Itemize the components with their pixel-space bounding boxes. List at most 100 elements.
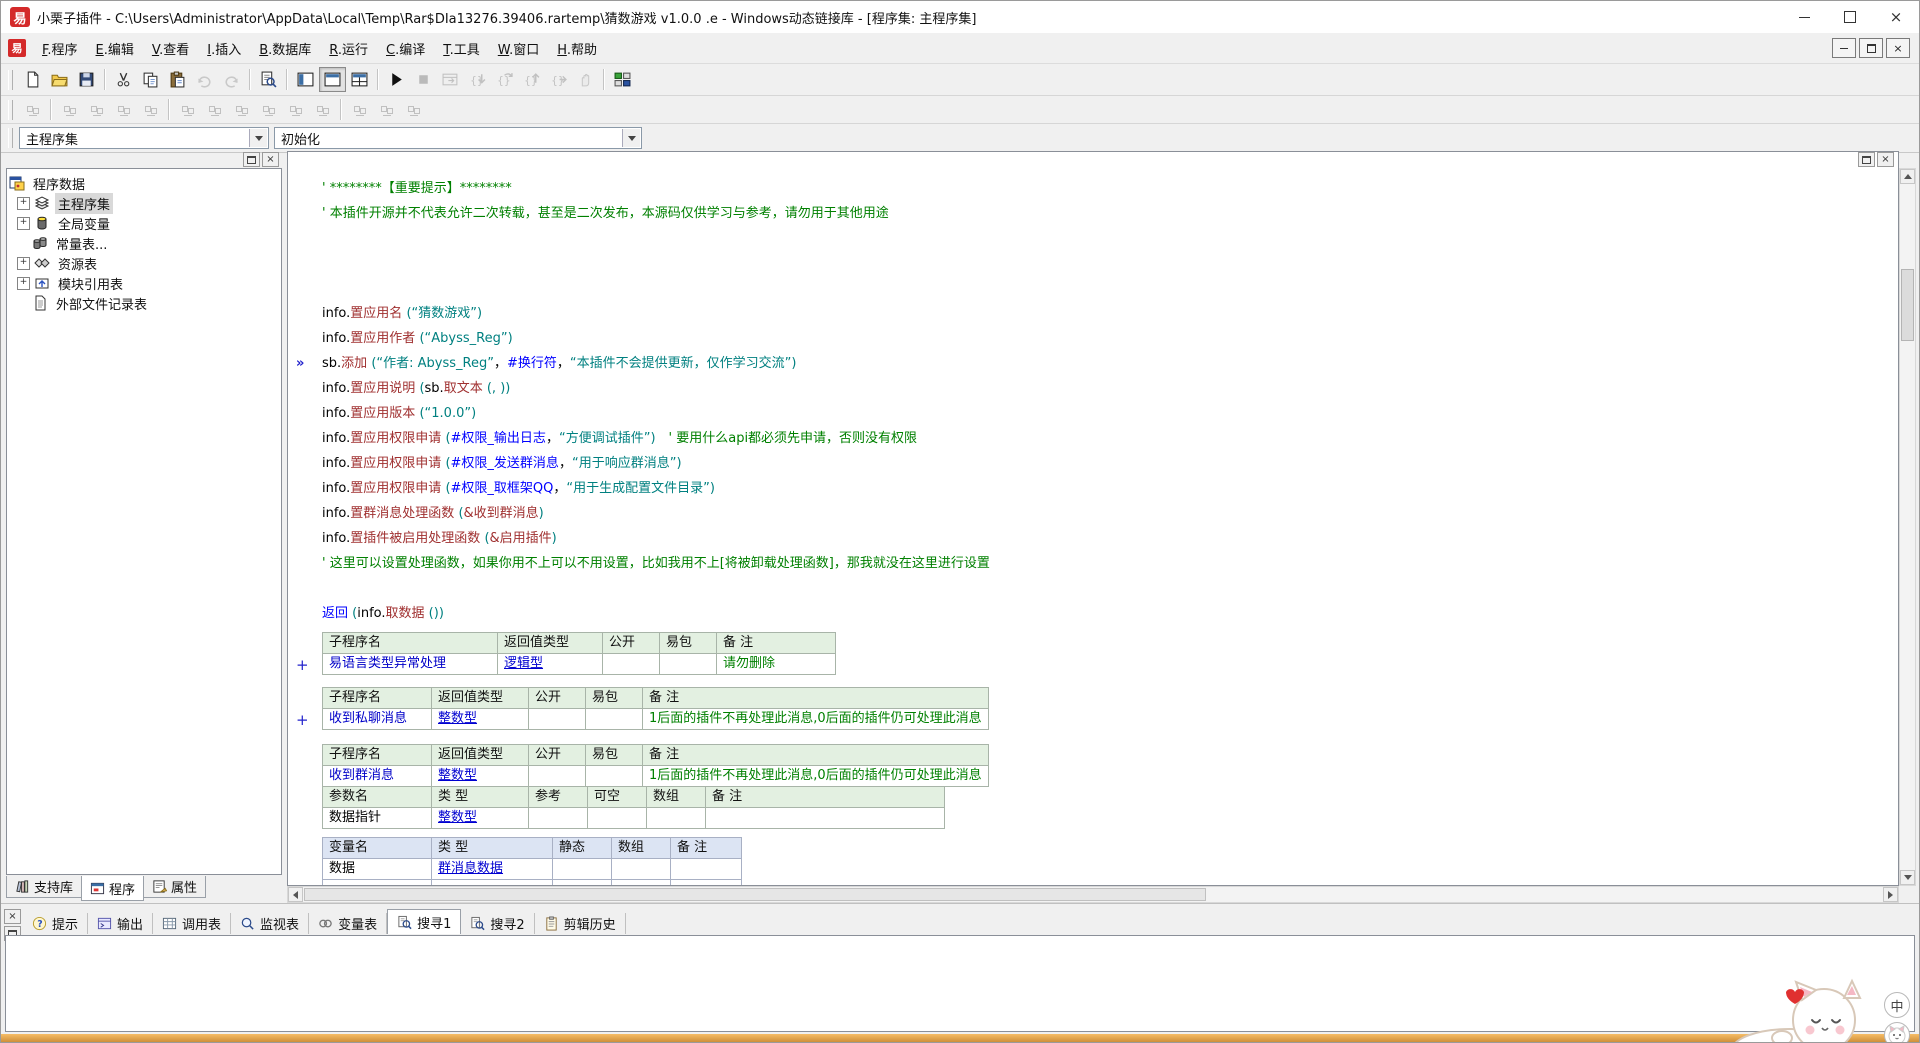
code-line[interactable] <box>288 226 1898 251</box>
pane-close-button[interactable]: × <box>262 152 279 167</box>
table-cell[interactable]: 收到私聊消息 <box>323 709 432 730</box>
scroll-up-button[interactable] <box>1900 169 1915 184</box>
support-library-button[interactable] <box>609 67 636 92</box>
new-button[interactable] <box>19 67 46 92</box>
cat-face-badge[interactable] <box>1884 1022 1910 1043</box>
expand-plus-icon[interactable]: + <box>296 711 309 729</box>
tab-搜寻2[interactable]: 搜寻2 <box>461 913 534 934</box>
tree-item-模块引用表[interactable]: +模块引用表 <box>15 273 279 293</box>
split-grid-button[interactable] <box>346 67 373 92</box>
scroll-right-button[interactable] <box>1883 887 1898 902</box>
split-left-button[interactable] <box>292 67 319 92</box>
close-button[interactable]: × <box>1873 1 1919 33</box>
menu-W[interactable]: W.窗口 <box>489 35 549 62</box>
dock-close-button[interactable]: × <box>4 909 21 924</box>
menu-E[interactable]: E.编辑 <box>87 35 143 62</box>
menu-H[interactable]: H.帮助 <box>548 35 606 62</box>
vertical-scroll-thumb[interactable] <box>1901 269 1914 341</box>
tree-item-root[interactable]: 程序数据 <box>9 173 279 193</box>
table-cell[interactable]: 整数型 <box>432 709 529 730</box>
code-line[interactable]: info.置应用版本 (“1.0.0”) <box>288 401 1898 426</box>
expand-plus-icon[interactable]: + <box>17 257 30 270</box>
table-cell[interactable]: 1后面的插件不再处理此消息,0后面的插件仍可处理此消息 <box>643 709 989 730</box>
code-line[interactable] <box>288 251 1898 276</box>
table-cell[interactable]: 收到群消息 <box>323 766 432 787</box>
save-button[interactable] <box>73 67 100 92</box>
table-cell[interactable] <box>553 859 612 880</box>
open-button[interactable] <box>46 67 73 92</box>
tab-支持库[interactable]: 支持库 <box>6 876 82 898</box>
assembly-dropdown-button[interactable] <box>249 129 267 147</box>
code-line[interactable]: info.置群消息处理函数 (&收到群消息) <box>288 501 1898 526</box>
code-line[interactable]: ' 本插件开源并不代表允许二次转载，甚至是二次发布，本源码仅供学习与参考，请勿用… <box>288 201 1898 226</box>
expand-plus-icon[interactable]: + <box>17 197 30 210</box>
menu-T[interactable]: T.工具 <box>434 35 489 62</box>
code-line[interactable] <box>288 276 1898 301</box>
method-dropdown-button[interactable] <box>622 129 640 147</box>
tab-调用表[interactable]: 调用表 <box>153 913 231 934</box>
table-cell[interactable]: 易语言类型异常处理 <box>323 654 498 675</box>
editor-close-button[interactable]: × <box>1877 152 1894 167</box>
expand-plus-icon[interactable]: + <box>17 277 30 290</box>
find-button[interactable] <box>255 67 282 92</box>
table-cell[interactable] <box>586 766 643 787</box>
code-line[interactable]: info.置应用说明 (sb.取文本 (, )) <box>288 376 1898 401</box>
code-line[interactable]: ' ********【重要提示】******** <box>288 176 1898 201</box>
table-cell[interactable]: 整数型 <box>432 766 529 787</box>
table-cell[interactable]: 逻辑型 <box>498 654 603 675</box>
table-cell[interactable] <box>529 709 586 730</box>
method-select[interactable]: 初始化 <box>274 127 642 149</box>
table-cell[interactable] <box>603 654 660 675</box>
cut-button[interactable] <box>110 67 137 92</box>
mdi-close-button[interactable]: × <box>1886 38 1910 58</box>
menu-F[interactable]: F.程序 <box>33 35 87 62</box>
vertical-scrollbar[interactable] <box>1899 168 1916 886</box>
paste-button[interactable] <box>164 67 191 92</box>
table-cell[interactable] <box>706 808 945 829</box>
table-cell[interactable] <box>660 654 717 675</box>
tab-搜寻1[interactable]: 搜寻1 <box>387 909 461 934</box>
expand-plus-icon[interactable]: + <box>296 656 309 674</box>
menu-C[interactable]: C.编译 <box>377 35 434 62</box>
run-button[interactable] <box>383 67 410 92</box>
table-cell[interactable]: 数据指针 <box>323 808 432 829</box>
tree-item-全局变量[interactable]: +全局变量 <box>15 213 279 233</box>
code-line[interactable]: info.置应用作者 (“Abyss_Reg”) <box>288 326 1898 351</box>
scroll-down-button[interactable] <box>1900 870 1915 885</box>
table-cell[interactable]: 1后面的插件不再处理此消息,0后面的插件仍可处理此消息 <box>643 766 989 787</box>
code-line[interactable]: info.置应用名 (“猜数游戏”) <box>288 301 1898 326</box>
code-line[interactable]: info.置应用权限申请 (#权限_发送群消息，“用于响应群消息”) <box>288 451 1898 476</box>
mdi-minimize-button[interactable] <box>1832 38 1856 58</box>
menu-V[interactable]: V.查看 <box>143 35 198 62</box>
editor-dock-button[interactable] <box>1858 152 1875 167</box>
menu-I[interactable]: I.插入 <box>198 35 250 62</box>
pane-dock-button[interactable] <box>243 152 260 167</box>
split-top-button[interactable] <box>319 67 346 92</box>
table-cell[interactable] <box>588 808 647 829</box>
code-line[interactable]: »sb.添加 (“作者: Abyss_Reg”，#换行符，“本插件不会提供更新，… <box>288 351 1898 376</box>
tab-属性[interactable]: 属性 <box>143 876 206 898</box>
tab-输出[interactable]: 输出 <box>88 913 153 934</box>
table-cell[interactable] <box>529 808 588 829</box>
tree-item-外部文件记录表[interactable]: 外部文件记录表 <box>15 293 279 313</box>
tab-提示[interactable]: ?提示 <box>23 913 88 934</box>
tree-item-常量表[interactable]: 常量表... <box>15 233 279 253</box>
maximize-button[interactable] <box>1827 1 1873 33</box>
code-editor[interactable]: ' ********【重要提示】********' 本插件开源并不代表允许二次转… <box>287 151 1899 886</box>
table-cell[interactable]: 群消息数据 <box>432 859 553 880</box>
tab-监视表[interactable]: 监视表 <box>231 913 309 934</box>
assembly-select[interactable]: 主程序集 <box>19 127 269 149</box>
tab-剪辑历史[interactable]: 剪辑历史 <box>535 913 626 934</box>
table-cell[interactable] <box>586 709 643 730</box>
code-line[interactable]: info.置应用权限申请 (#权限_输出日志，“方便调试插件”) ' 要用什么a… <box>288 426 1898 451</box>
code-line[interactable] <box>288 576 1898 601</box>
code-line[interactable]: info.置应用权限申请 (#权限_取框架QQ，“用于生成配置文件目录”) <box>288 476 1898 501</box>
mdi-restore-button[interactable] <box>1859 38 1883 58</box>
expand-plus-icon[interactable]: + <box>17 217 30 230</box>
table-cell[interactable]: 整数型 <box>432 808 529 829</box>
code-line[interactable]: info.置插件被启用处理函数 (&启用插件) <box>288 526 1898 551</box>
tree-item-资源表[interactable]: +资源表 <box>15 253 279 273</box>
minimize-button[interactable] <box>1781 1 1827 33</box>
tab-变量表[interactable]: 变量表 <box>309 913 387 934</box>
table-cell[interactable] <box>671 859 742 880</box>
